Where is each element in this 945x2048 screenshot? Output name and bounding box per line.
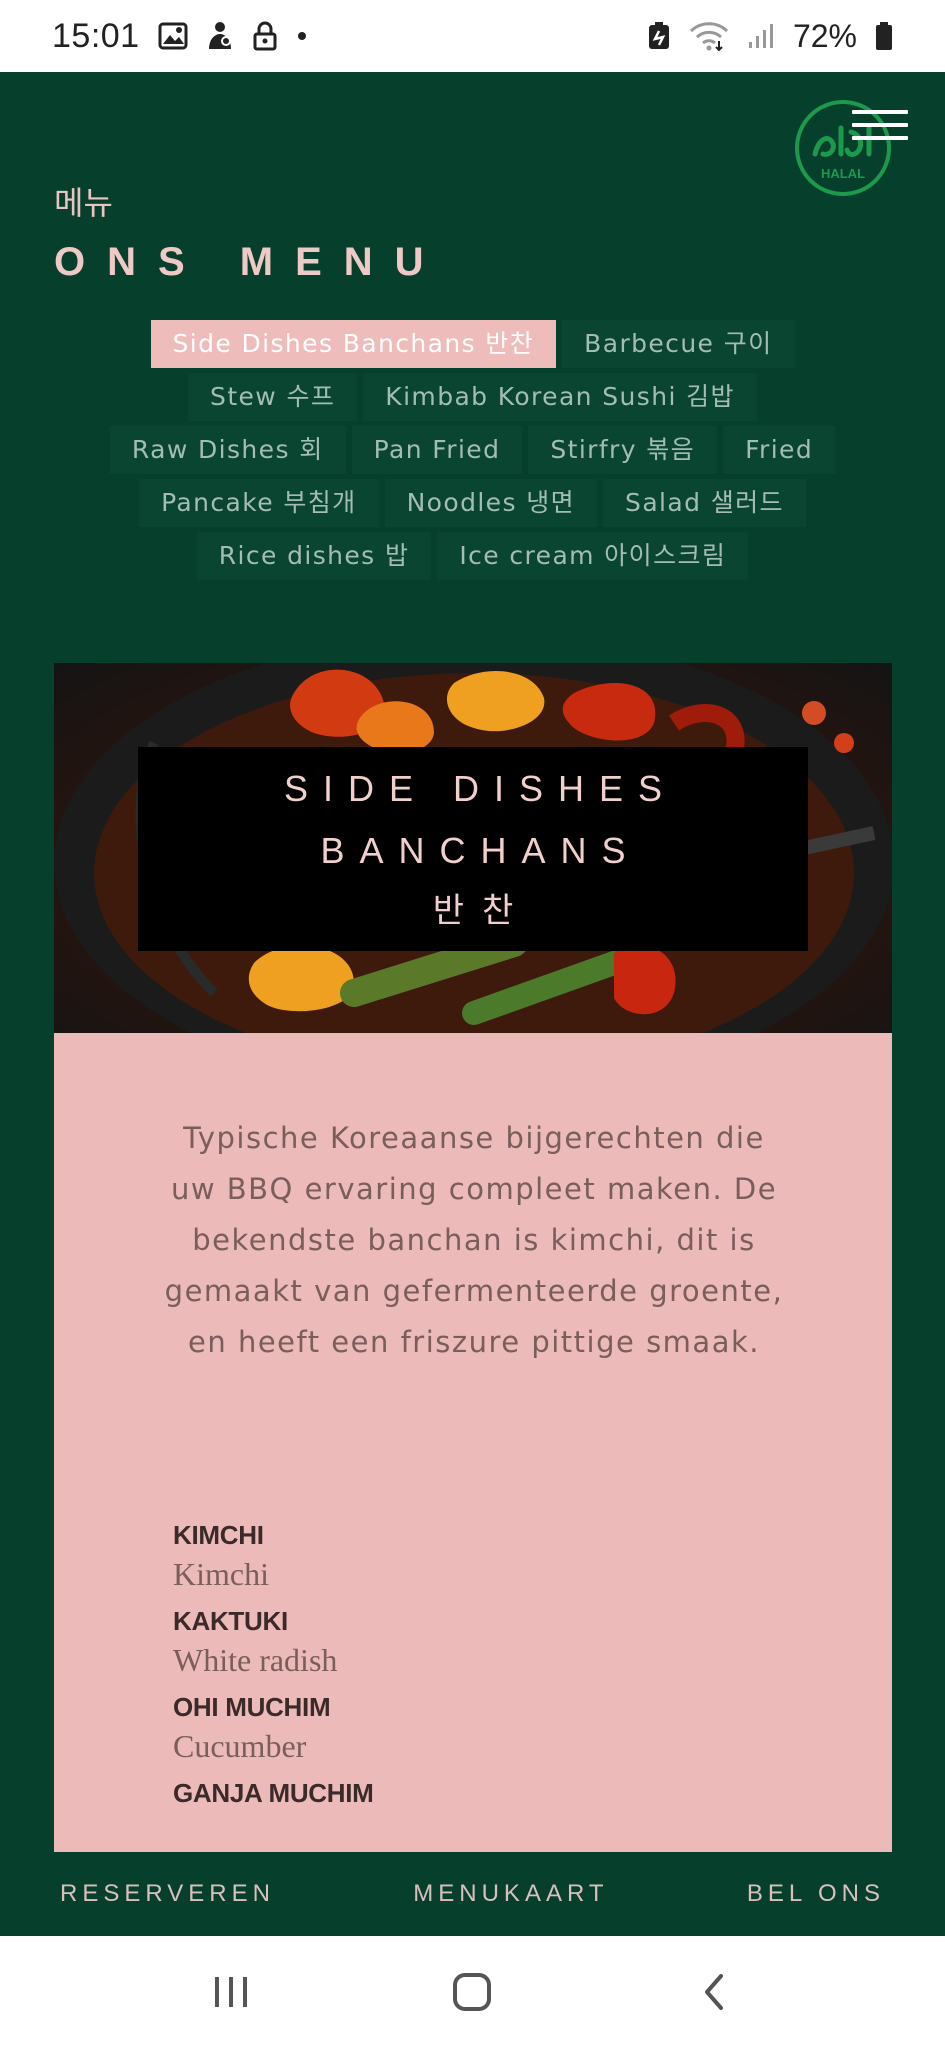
battery-icon <box>875 21 893 51</box>
gallery-icon <box>158 22 188 50</box>
section-title-banner: SIDE DISHES BANCHANS 반찬 <box>138 747 808 951</box>
battery-percent: 72% <box>792 17 857 54</box>
tab-stew[interactable]: Stew 수프 <box>188 373 358 421</box>
wifi-icon <box>689 21 729 51</box>
section-hero-image: SIDE DISHES BANCHANS 반찬 <box>54 663 892 1033</box>
tab-kimbab[interactable]: Kimbab Korean Sushi 김밥 <box>363 373 757 421</box>
hamburger-icon[interactable] <box>852 110 908 150</box>
reserve-button[interactable]: RESERVEREN <box>60 1880 275 1908</box>
tab-rice-dishes[interactable]: Rice dishes 밥 <box>196 532 432 580</box>
tab-pan-fried[interactable]: Pan Fried <box>351 426 523 474</box>
dish-subtitle: White radish <box>173 1642 338 1678</box>
dish-list: KIMCHI Kimchi KAKTUKI White radish OHI M… <box>173 1517 773 1819</box>
tab-ice-cream[interactable]: Ice cream 아이스크림 <box>437 532 749 580</box>
tab-fried[interactable]: Fried <box>723 426 836 474</box>
tab-stirfry[interactable]: Stirfry 볶음 <box>528 426 718 474</box>
recent-apps-icon[interactable] <box>191 1962 271 2022</box>
status-right: 72% <box>647 18 893 55</box>
tab-row: Rice dishes 밥 Ice cream 아이스크림 <box>196 532 749 580</box>
status-time: 15:01 <box>52 16 140 55</box>
dish-name: KAKTUKI <box>173 1606 288 1636</box>
tab-row: Pancake 부침개 Noodles 냉면 Salad 샐러드 <box>139 479 806 527</box>
tab-raw-dishes[interactable]: Raw Dishes 회 <box>109 426 346 474</box>
dish-name: KIMCHI <box>173 1520 264 1550</box>
list-item: GANJA MUCHIM <box>173 1775 773 1811</box>
back-icon[interactable] <box>674 1962 754 2022</box>
battery-saver-icon <box>647 21 671 51</box>
tab-salad[interactable]: Salad 샐러드 <box>603 479 806 527</box>
tab-row: Stew 수프 Kimbab Korean Sushi 김밥 <box>188 373 757 421</box>
dish-subtitle: Kimchi <box>173 1556 269 1592</box>
menu-card-button[interactable]: MENUKAART <box>413 1880 608 1908</box>
bottom-action-bar: RESERVEREN MENUKAART BEL ONS <box>0 1852 945 1936</box>
page-title: ONS MENU <box>54 240 446 284</box>
list-item: KAKTUKI White radish <box>173 1603 773 1681</box>
halal-logo-text: HALAL <box>821 166 865 181</box>
tab-row: Raw Dishes 회 Pan Fried Stirfry 볶음 Fried <box>109 426 836 474</box>
tab-pancake[interactable]: Pancake 부침개 <box>139 479 379 527</box>
dot-icon <box>296 30 308 42</box>
list-item: OHI MUCHIM Cucumber <box>173 1689 773 1767</box>
status-bar: 15:01 72% <box>0 0 945 72</box>
tab-row: Side Dishes Banchans 반찬 Barbecue 구이 <box>150 320 795 368</box>
tab-noodles[interactable]: Noodles 냉면 <box>384 479 598 527</box>
section-title-korean: 반찬 <box>432 891 532 931</box>
page-title-korean: 메뉴 <box>54 184 113 222</box>
call-button[interactable]: BEL ONS <box>747 1880 885 1908</box>
dish-subtitle: Cucumber <box>173 1728 307 1764</box>
section-content-card: Typische Koreaanse bijgerechten die uw B… <box>54 1033 892 1936</box>
status-left: 15:01 <box>52 17 308 56</box>
signal-icon <box>747 22 775 50</box>
lock-icon <box>252 21 278 51</box>
menu-page: HALAL 메뉴 ONS MENU Side Dishes Banchans 반… <box>0 72 945 1936</box>
notification-icon <box>206 21 234 51</box>
section-title-line2: BANCHANS <box>320 830 641 871</box>
home-icon[interactable] <box>432 1962 512 2022</box>
system-nav-bar <box>0 1936 945 2048</box>
list-item: KIMCHI Kimchi <box>173 1517 773 1595</box>
tab-side-dishes[interactable]: Side Dishes Banchans 반찬 <box>150 320 557 368</box>
tab-barbecue[interactable]: Barbecue 구이 <box>562 320 795 368</box>
dish-name: OHI MUCHIM <box>173 1692 331 1722</box>
dish-name: GANJA MUCHIM <box>173 1778 374 1808</box>
category-tabs: Side Dishes Banchans 반찬 Barbecue 구이 Stew… <box>60 320 885 580</box>
section-title-line1: SIDE DISHES <box>283 768 678 809</box>
section-description: Typische Koreaanse bijgerechten die uw B… <box>164 1121 784 1359</box>
